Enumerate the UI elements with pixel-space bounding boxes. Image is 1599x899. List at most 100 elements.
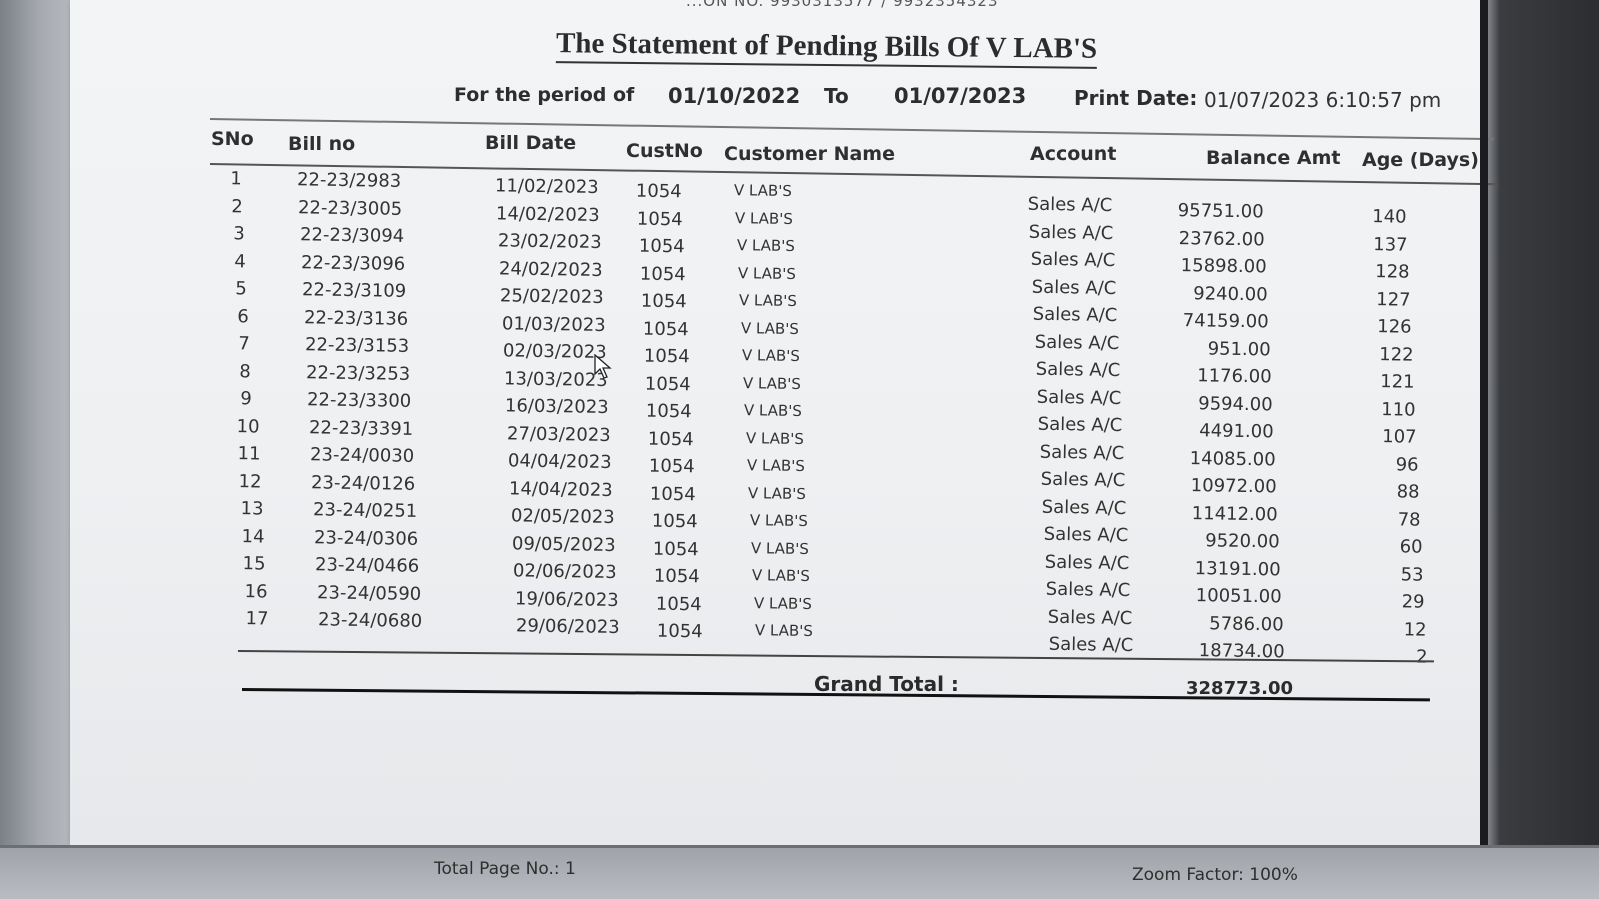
row-sno: 1: [230, 168, 242, 190]
row-bill-date: 14/04/2023: [509, 477, 614, 501]
row-customer-name: V LAB'S: [737, 263, 796, 283]
row-customer-name: V LAB'S: [735, 208, 794, 228]
row-bill-date: 09/05/2023: [511, 532, 616, 556]
row-cust-no: 1054: [646, 400, 693, 423]
row-bill-no: 22-23/3094: [299, 224, 404, 247]
row-sno: 15: [242, 553, 266, 575]
row-bill-no: 23-24/0590: [316, 581, 421, 605]
row-customer-name: V LAB'S: [738, 291, 798, 311]
col-account: Account: [1030, 143, 1117, 165]
row-cust-no: 1054: [640, 290, 688, 313]
mouse-pointer-icon: [594, 354, 612, 379]
row-bill-no: 22-23/3300: [307, 389, 412, 412]
row-customer-name: V LAB'S: [733, 181, 792, 201]
row-bill-date: 24/02/2023: [498, 257, 603, 281]
row-cust-no: 1054: [648, 455, 695, 478]
row-cust-no: 1054: [637, 208, 684, 230]
col-bill-date: Bill Date: [485, 132, 577, 154]
row-bill-no: 22-23/2983: [296, 169, 402, 192]
row-bill-no: 22-23/3136: [303, 306, 408, 330]
zoom-factor: Zoom Factor: 100%: [1132, 865, 1298, 885]
col-sno: SNo: [211, 128, 254, 150]
row-cust-no: 1054: [650, 483, 697, 505]
row-sno: 17: [245, 608, 269, 630]
row-bill-date: 04/04/2023: [507, 450, 612, 474]
row-bill-no: 23-24/0680: [317, 609, 423, 632]
row-sno: 10: [236, 415, 260, 437]
row-account: Sales A/C: [1048, 633, 1134, 657]
row-customer-name: V LAB'S: [749, 511, 808, 531]
row-bill-no: 22-23/3109: [302, 279, 407, 302]
col-cust-no: CustNo: [626, 140, 703, 162]
row-sno: 11: [237, 443, 261, 465]
window-frame-right: [1480, 0, 1488, 860]
row-bill-date: 11/02/2023: [494, 175, 599, 199]
row-cust-no: 1054: [652, 538, 699, 560]
col-customer-name: Customer Name: [724, 143, 895, 165]
row-bill-date: 02/03/2023: [502, 340, 607, 364]
row-bill-no: 23-24/0251: [312, 499, 417, 522]
row-sno: 16: [243, 580, 268, 602]
row-bill-no: 23-24/0126: [311, 471, 416, 495]
row-cust-no: 1054: [653, 565, 701, 588]
row-sno: 13: [240, 498, 264, 520]
row-customer-name: V LAB'S: [736, 236, 795, 256]
row-customer-name: V LAB'S: [746, 456, 805, 476]
row-cust-no: 1054: [643, 345, 690, 368]
row-age-days: 2: [1415, 646, 1428, 668]
row-bill-date: 02/06/2023: [512, 560, 618, 584]
row-cust-no: 1054: [651, 510, 698, 533]
row-cust-no: 1054: [656, 620, 703, 643]
row-bill-date: 23/02/2023: [497, 230, 602, 254]
row-bill-no: 22-23/3096: [300, 251, 406, 275]
row-customer-name: V LAB'S: [744, 401, 803, 421]
row-bill-date: 19/06/2023: [514, 587, 619, 611]
row-cust-no: 1054: [642, 318, 689, 340]
row-bill-date: 25/02/2023: [499, 285, 605, 309]
row-sno: 12: [238, 470, 262, 492]
row-customer-name: V LAB'S: [754, 621, 813, 641]
col-age-days: Age (Days): [1362, 149, 1479, 171]
row-customer-name: V LAB'S: [751, 566, 811, 586]
row-bill-date: 27/03/2023: [506, 422, 611, 446]
row-bill-date: 02/05/2023: [510, 505, 615, 529]
row-sno: 14: [241, 525, 265, 547]
row-bill-date: 29/06/2023: [515, 615, 620, 639]
row-sno: 9: [240, 388, 253, 410]
row-sno: 6: [236, 305, 249, 327]
report-body: ...ON NO. 9930313577 / 9932354323 The St…: [146, 0, 1498, 845]
row-sno: 5: [235, 278, 248, 300]
col-balance-amt: Balance Amt: [1206, 147, 1341, 169]
status-bar: Total Page No.: 1 Zoom Factor: 100%: [0, 845, 1599, 899]
row-sno: 4: [234, 250, 246, 272]
row-sno: 7: [237, 333, 250, 355]
row-customer-name: V LAB'S: [740, 318, 799, 338]
row-cust-no: 1054: [635, 180, 682, 203]
row-bill-no: 22-23/3005: [298, 196, 403, 220]
row-sno: 8: [239, 360, 252, 382]
row-bill-no: 22-23/3153: [304, 334, 410, 357]
row-bill-no: 23-24/0306: [313, 526, 419, 550]
row-cust-no: 1054: [638, 235, 685, 258]
row-sno: 3: [232, 223, 245, 245]
row-bill-no: 22-23/3253: [305, 361, 411, 385]
row-customer-name: V LAB'S: [748, 483, 807, 503]
row-customer-name: V LAB'S: [750, 538, 809, 558]
row-bill-date: 16/03/2023: [505, 395, 610, 419]
row-cust-no: 1054: [639, 263, 686, 285]
row-bill-date: 14/02/2023: [496, 202, 601, 226]
row-cust-no: 1054: [644, 373, 691, 395]
total-page-count: Total Page No.: 1: [434, 859, 576, 879]
row-sno: 2: [231, 195, 244, 217]
report-page: ...ON NO. 9930313577 / 9932354323 The St…: [70, 0, 1498, 845]
row-cust-no: 1054: [647, 428, 694, 450]
status-bar-divider: [0, 845, 1599, 848]
row-customer-name: V LAB'S: [742, 373, 802, 393]
col-bill-no: Bill no: [288, 133, 356, 155]
row-customer-name: V LAB'S: [741, 346, 800, 366]
row-bill-no: 23-24/0466: [315, 554, 420, 577]
row-customer-name: V LAB'S: [745, 428, 804, 448]
row-bill-date: 01/03/2023: [501, 312, 606, 336]
row-customer-name: V LAB'S: [753, 593, 812, 613]
row-bill-no: 22-23/3391: [308, 416, 414, 440]
